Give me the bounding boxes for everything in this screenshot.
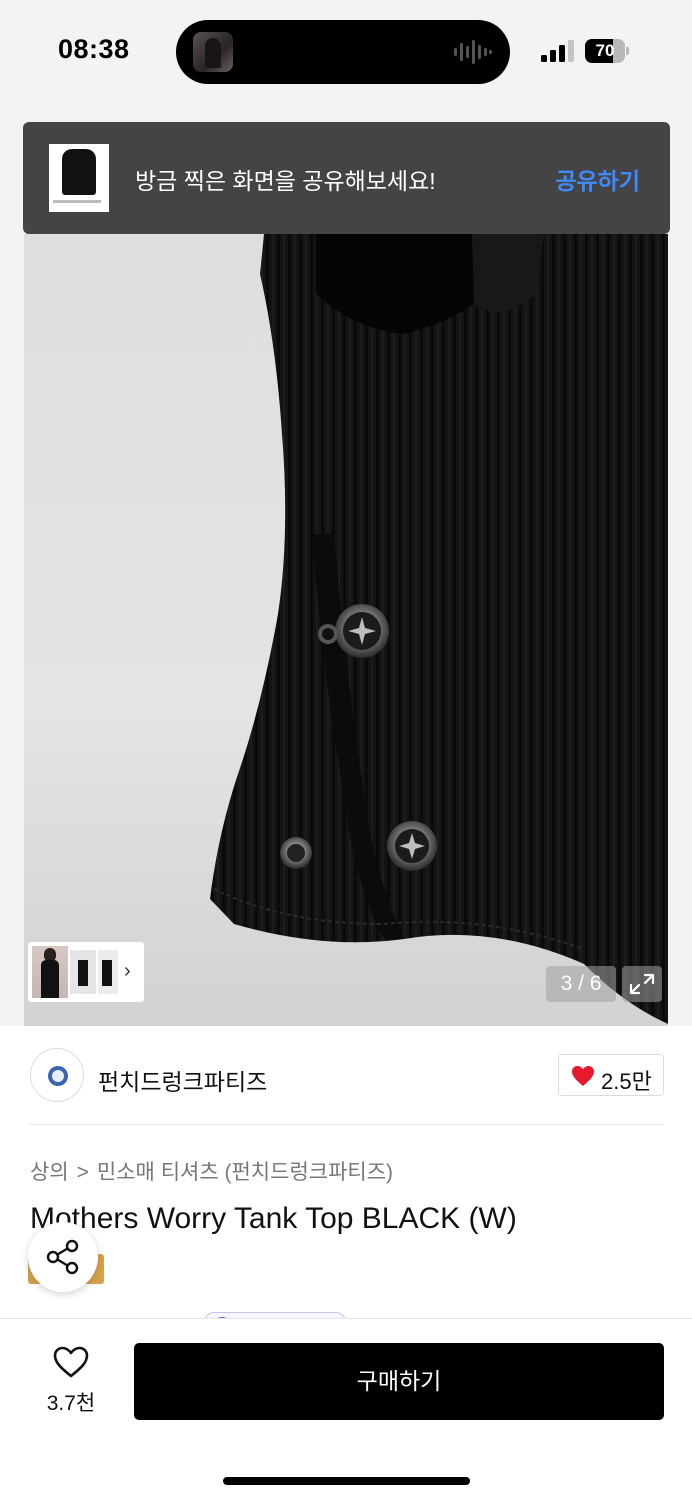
brand-logo[interactable] [30,1048,84,1102]
wishlist-count: 3.7천 [46,1392,96,1415]
thumbnail-front[interactable] [70,950,96,994]
image-counter: 3 / 6 [546,966,616,1002]
heart-outline-icon [53,1346,89,1378]
share-button[interactable]: 공유하기 [555,162,640,196]
breadcrumb-category[interactable]: 상의 [30,1161,69,1184]
cellular-signal-icon [541,40,574,62]
home-indicator [223,1477,470,1485]
product-photo [210,234,668,1024]
thumbnail-model[interactable] [32,946,68,998]
brand-like-count: 2.5만 [601,1069,652,1094]
brand-like-button[interactable]: 2.5만 [558,1054,664,1096]
dynamic-island[interactable] [176,20,510,84]
toast-message: 방금 찍은 화면을 공유해보세요! [135,168,436,194]
screenshot-thumbnail [49,144,109,212]
battery-indicator: 70 [585,39,629,63]
brand-name[interactable]: 펀치드렁크파티즈 [98,1063,267,1097]
battery-level: 70 [595,41,615,60]
audio-wave-icon [454,40,492,64]
share-screenshot-toast[interactable]: 방금 찍은 화면을 공유해보세요! 공유하기 [23,122,670,234]
now-playing-thumbnail [193,32,233,72]
breadcrumb-subcategory[interactable]: 민소매 티셔츠 (펀치드렁크파티즈) [97,1161,393,1184]
breadcrumb: 상의 > 민소매 티셔츠 (펀치드렁크파티즈) [30,1156,393,1186]
breadcrumb-separator: > [76,1161,89,1184]
heart-icon [572,1066,594,1086]
expand-icon [629,973,655,995]
buy-button[interactable]: 구매하기 [134,1343,664,1420]
chevron-right-icon[interactable]: › [124,960,131,983]
expand-button[interactable] [622,966,662,1002]
product-image-gallery[interactable]: › 3 / 6 [24,234,668,1026]
share-icon [46,1239,79,1275]
product-title: Mothers Worry Tank Top BLACK (W) [30,1202,517,1235]
bottom-action-bar: 3.7천 구매하기 [0,1318,692,1500]
divider [30,1124,664,1125]
product-info: 펀치드렁크파티즈 2.5만 상의 > 민소매 티셔츠 (펀치드렁크파티즈) Moth… [0,1026,692,1335]
wishlist-button[interactable]: 3.7천 [30,1345,112,1417]
thumbnail-strip[interactable]: › [28,942,144,1002]
status-time: 08:38 [58,34,130,64]
thumbnail-back[interactable] [98,950,118,994]
share-floating-button[interactable] [28,1222,98,1292]
status-bar: 08:38 70 [0,0,692,104]
